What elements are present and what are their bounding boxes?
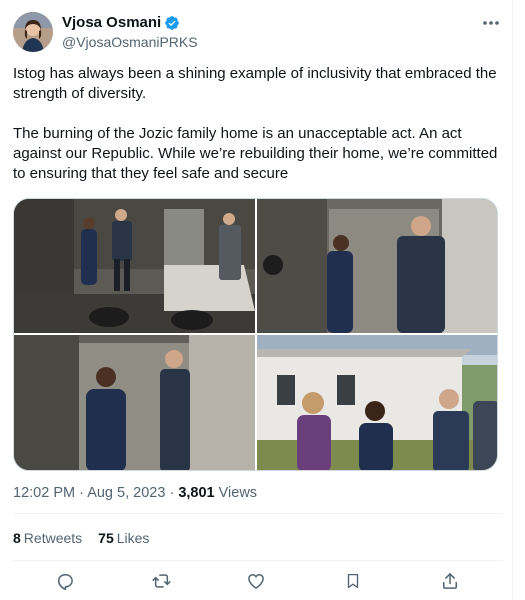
timeline-border	[512, 0, 513, 600]
retweet-icon[interactable]	[150, 570, 172, 592]
tweet-time[interactable]: 12:02 PM	[13, 485, 75, 501]
burned-room-photo[interactable]	[257, 199, 497, 333]
house-exterior-photo[interactable]	[257, 335, 497, 470]
views-count: 3,801	[178, 485, 215, 501]
likes-stat[interactable]: 75 Likes	[98, 529, 149, 547]
retweets-stat[interactable]: 8 Retweets	[13, 529, 82, 547]
meta-separator: ·	[79, 485, 84, 501]
meta-separator: ·	[169, 485, 175, 501]
burned-room-photo[interactable]	[14, 335, 255, 470]
author-names: Vjosa Osmani @VjosaOsmaniPRKS	[62, 14, 198, 51]
retweets-count: 8	[13, 530, 21, 546]
divider	[13, 513, 503, 514]
likes-label: Likes	[116, 530, 150, 546]
views-label: Views	[218, 485, 258, 501]
share-icon[interactable]	[439, 570, 461, 592]
bookmark-icon[interactable]	[342, 570, 364, 592]
author-display-name[interactable]: Vjosa Osmani	[62, 14, 161, 32]
burned-room-photo[interactable]	[14, 199, 255, 333]
author-handle[interactable]: @VjosaOsmaniPRKS	[62, 33, 198, 51]
reply-icon[interactable]	[54, 570, 76, 592]
tweet-paragraph: Istog has always been a shining example …	[13, 65, 497, 102]
more-options-icon[interactable]	[481, 14, 501, 32]
tweet-paragraph: The burning of the Jozic family home is …	[13, 125, 498, 182]
tweet-header: Vjosa Osmani @VjosaOsmaniPRKS	[13, 12, 503, 52]
tweet-actions	[13, 570, 503, 592]
like-icon[interactable]	[245, 570, 267, 592]
engagement-stats: 8 Retweets 75 Likes	[13, 529, 149, 547]
likes-count: 75	[98, 530, 114, 546]
tweet-date[interactable]: Aug 5, 2023	[87, 485, 165, 501]
divider	[13, 560, 503, 561]
tweet-timestamp-views: 12:02 PM · Aug 5, 2023 · 3,801 Views	[13, 484, 257, 502]
media-grid	[13, 198, 498, 471]
retweets-label: Retweets	[23, 530, 83, 546]
verified-badge-icon[interactable]	[164, 15, 180, 31]
author-avatar[interactable]	[13, 12, 53, 52]
tweet-text: Istog has always been a shining example …	[13, 64, 503, 184]
